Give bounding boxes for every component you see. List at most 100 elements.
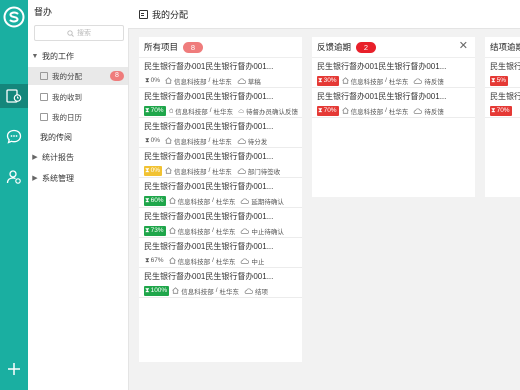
home-icon [341, 107, 349, 114]
progress-badge: ⧗ 70% [490, 105, 512, 116]
separator: / [212, 197, 214, 204]
progress-value: 60% [150, 197, 164, 204]
nav-my-circulation[interactable]: 我的传阅 [28, 128, 128, 146]
task-card[interactable]: 民生银行督办001民生银行督办001... ⧗ 0% 信息科技部 / 杜华东 待分发 [139, 118, 302, 148]
home-icon [168, 227, 176, 234]
progress-badge: ⧗ 70% [144, 105, 166, 116]
column-title: 反馈逾期 [317, 42, 352, 52]
task-card[interactable]: 民生银行 ⧗ 70% [485, 88, 520, 118]
page-header: 我的分配 [128, 0, 520, 29]
task-meta: ⧗ 0% 信息科技部 / 杜华东 草稿 [144, 75, 298, 86]
task-card[interactable]: 民生银行督办001民生银行督办001... ⧗ 0% 信息科技部 / 杜华东 部门待签收 [139, 148, 302, 178]
task-meta: ⧗ 70% 信息科技部 / 杜华东 待反馈 [317, 105, 471, 116]
hourglass-icon: ⧗ [491, 106, 496, 114]
app-logo-icon [3, 6, 25, 28]
task-person: 杜华东 [212, 78, 232, 86]
progress-badge: ⧗ 30% [317, 75, 339, 86]
column-feedback-overdue: 反馈逾期 2 ✕ 民生银行督办001民生银行督办001... ⧗ 30% 信息科技部 /… [312, 37, 475, 197]
task-card[interactable]: 民生银行督办001民生银行督办001... ⧗ 30% 信息科技部 / 杜华东 待反馈 [312, 58, 475, 88]
rail-user-settings-icon[interactable] [0, 165, 28, 189]
progress-badge: ⧗ 60% [144, 195, 166, 206]
hourglass-icon: ⧗ [318, 76, 323, 84]
task-meta: ⧗ 0% 信息科技部 / 杜华东 待分发 [144, 135, 298, 146]
cloud-icon [241, 257, 250, 264]
separator: / [209, 107, 212, 114]
task-dept: 信息科技部 [177, 228, 211, 236]
search-icon [67, 29, 74, 37]
rail-supervision-icon[interactable] [0, 84, 28, 108]
task-status: 部门待签收 [247, 168, 281, 176]
cloud-icon [241, 227, 250, 234]
cloud-icon [237, 137, 246, 144]
task-card[interactable]: 民生银行督办001民生银行督办001... ⧗ 67% 信息科技部 / 杜华东 中止 [139, 238, 302, 268]
nav-my-circulation-label: 我的传阅 [40, 132, 72, 142]
hourglass-icon: ⧗ [491, 76, 496, 84]
task-title: 民生银行督办001民生银行督办001... [317, 62, 447, 71]
nav-my-assigned-count: 8 [110, 71, 124, 81]
column-all-items: 所有项目 8 民生银行督办001民生银行督办001... ⧗ 0% 信息科技部 / 杜华东… [139, 37, 302, 362]
task-card[interactable]: 民生银行督办001民生银行督办001... ⧗ 70% 信息科技部 / 杜华东 待反馈 [312, 88, 475, 118]
nav-my-work[interactable]: ▼ 我的工作 [28, 47, 128, 65]
task-person: 杜华东 [388, 78, 409, 86]
cloud-icon [244, 287, 253, 294]
progress-value: 0% [150, 167, 160, 174]
task-title: 民生银行督办001民生银行督办001... [144, 62, 274, 71]
caret-right-icon: ▶ [32, 175, 38, 182]
nav-system-label: 系统管理 [42, 173, 74, 183]
task-title: 民生银行 [490, 62, 520, 71]
task-meta: ⧗ 73% 信息科技部 / 杜华东 中止待确认 [144, 225, 298, 236]
progress-badge: ⧗ 67% [144, 256, 166, 266]
progress-value: 30% [323, 77, 337, 84]
search-placeholder: 搜索 [77, 30, 91, 37]
separator: / [385, 77, 387, 84]
task-title: 民生银行督办001民生银行督办001... [144, 242, 274, 251]
task-card[interactable]: 民生银行督办001民生银行督办001... ⧗ 73% 信息科技部 / 杜华东 中止待确认 [139, 208, 302, 238]
task-dept: 信息科技部 [173, 168, 207, 176]
task-title: 民生银行督办001民生银行督办001... [144, 272, 274, 281]
task-meta: ⧗ 0% 信息科技部 / 杜华东 部门待签收 [144, 165, 298, 176]
cloud-icon [237, 167, 246, 174]
nav-system[interactable]: ▶ 系统管理 [28, 169, 128, 187]
hourglass-icon: ⧗ [145, 136, 150, 144]
home-icon [172, 287, 179, 294]
nav-my-received[interactable]: 我的收到 [28, 88, 128, 106]
close-icon[interactable]: ✕ [459, 41, 468, 52]
rail-chat-icon[interactable] [0, 124, 28, 148]
task-title: 民生银行督办001民生银行督办001... [144, 152, 274, 161]
task-status: 中止 [251, 258, 265, 266]
task-meta: ⧗ 70% [490, 105, 520, 116]
task-meta: ⧗ 5% [490, 75, 520, 86]
sidebar-title: 督办 [34, 7, 53, 17]
task-meta: ⧗ 100% 信息科技部 / 杜华东 结项 [144, 285, 298, 296]
column-title: 所有项目 [144, 42, 179, 52]
task-card[interactable]: 民生银行督办001民生银行督办001... ⧗ 60% 信息科技部 / 杜华东 延期待确认 [139, 178, 302, 208]
add-icon[interactable] [7, 362, 21, 376]
task-status: 草稿 [247, 78, 261, 86]
hourglass-icon: ⧗ [145, 256, 150, 264]
nav-my-assigned[interactable]: 我的分配 8 [28, 67, 128, 85]
task-card[interactable]: 民生银行督办001民生银行督办001... ⧗ 0% 信息科技部 / 杜华东 草稿 [139, 58, 302, 88]
column-header: 结项逾期 [485, 37, 520, 58]
task-card[interactable]: 民生银行 ⧗ 5% [485, 58, 520, 88]
task-meta: ⧗ 70% 信息科技部 / 杜华东 待督办员确认反馈 [144, 105, 298, 116]
search-input[interactable]: 搜索 [34, 25, 124, 41]
task-title: 民生银行督办001民生银行督办001... [317, 92, 447, 101]
separator: / [208, 77, 211, 84]
task-status: 待督办员确认反馈 [246, 108, 298, 116]
cloud-icon [237, 77, 246, 84]
column-closing-overdue: 结项逾期 民生银行 ⧗ 5% 民生银行 ⧗ 70% [485, 37, 520, 197]
progress-value: 70% [323, 107, 337, 114]
progress-badge: ⧗ 70% [317, 105, 339, 116]
column-count-badge: 2 [356, 41, 377, 53]
task-card[interactable]: 民生银行督办001民生银行督办001... ⧗ 70% 信息科技部 / 杜华东 待督办员确认… [139, 88, 302, 118]
separator: / [215, 287, 218, 294]
nav-my-calendar[interactable]: 我的日历 [28, 108, 128, 126]
task-dept: 信息科技部 [173, 138, 207, 146]
page-title: 我的分配 [152, 9, 189, 20]
hourglass-icon: ⧗ [145, 166, 150, 174]
cloud-icon [414, 107, 423, 114]
task-card[interactable]: 民生银行督办001民生银行督办001... ⧗ 100% 信息科技部 / 杜华东 结项 [139, 268, 302, 298]
nav-statistics[interactable]: ▶ 统计报告 [28, 148, 128, 166]
task-title: 民生银行 [490, 92, 520, 101]
task-person: 杜华东 [215, 228, 236, 236]
